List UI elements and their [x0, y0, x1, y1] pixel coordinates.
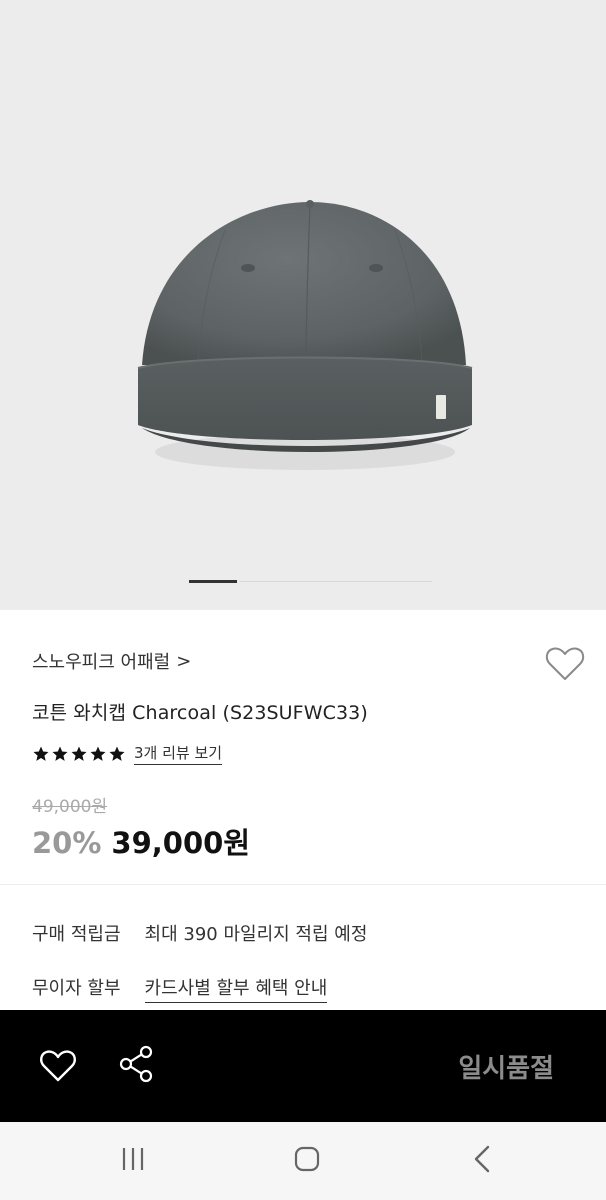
- review-link[interactable]: 3개 리뷰 보기: [134, 742, 223, 765]
- recent-apps-icon[interactable]: [114, 1144, 154, 1176]
- star-icon: [71, 746, 87, 761]
- benefit-value: 최대 390 마일리지 적립 예정: [144, 924, 368, 945]
- chevron-right-icon: >: [176, 650, 192, 672]
- benefit-mileage: 구매 적립금 최대 390 마일리지 적립 예정: [32, 920, 367, 946]
- purchase-bar: 일시품절: [0, 1010, 606, 1122]
- price-row: 20% 39,000원: [32, 820, 250, 862]
- brand-name: 스노우피크 어패럴: [32, 652, 171, 673]
- original-price: 49,000원: [32, 797, 108, 817]
- home-icon[interactable]: [288, 1144, 328, 1176]
- installment-info-link[interactable]: 카드사별 할부 혜택 안내: [144, 974, 328, 1003]
- star-icon: [33, 746, 49, 761]
- rating-stars: [32, 745, 126, 763]
- share-icon[interactable]: [118, 1044, 156, 1084]
- section-divider: [0, 884, 606, 885]
- heart-icon[interactable]: [544, 644, 586, 684]
- slide-indicator-track: [240, 581, 432, 582]
- brand-link[interactable]: 스노우피크 어패럴 >: [32, 648, 191, 674]
- image-slide-indicator: [0, 580, 606, 584]
- star-icon: [90, 746, 106, 761]
- benefit-label: 무이자 할부: [32, 978, 121, 999]
- system-navigation-bar: [0, 1122, 606, 1200]
- star-icon: [109, 746, 125, 761]
- heart-icon[interactable]: [38, 1048, 78, 1084]
- soldout-button[interactable]: 일시품절: [458, 1048, 554, 1085]
- benefit-installment: 무이자 할부 카드사별 할부 혜택 안내: [32, 974, 328, 1003]
- back-icon[interactable]: [464, 1144, 504, 1176]
- discount-rate: 20%: [32, 826, 102, 860]
- product-title: 코튼 와치캡 Charcoal (S23SUFWC33): [32, 702, 368, 724]
- star-icon: [52, 746, 68, 761]
- slide-indicator-active: [189, 580, 237, 583]
- benefit-label: 구매 적립금: [32, 924, 121, 945]
- rating-row: 3개 리뷰 보기: [32, 742, 223, 765]
- product-image: [137, 200, 473, 470]
- sale-price: 39,000원: [111, 826, 251, 860]
- product-image-gallery[interactable]: [0, 0, 606, 610]
